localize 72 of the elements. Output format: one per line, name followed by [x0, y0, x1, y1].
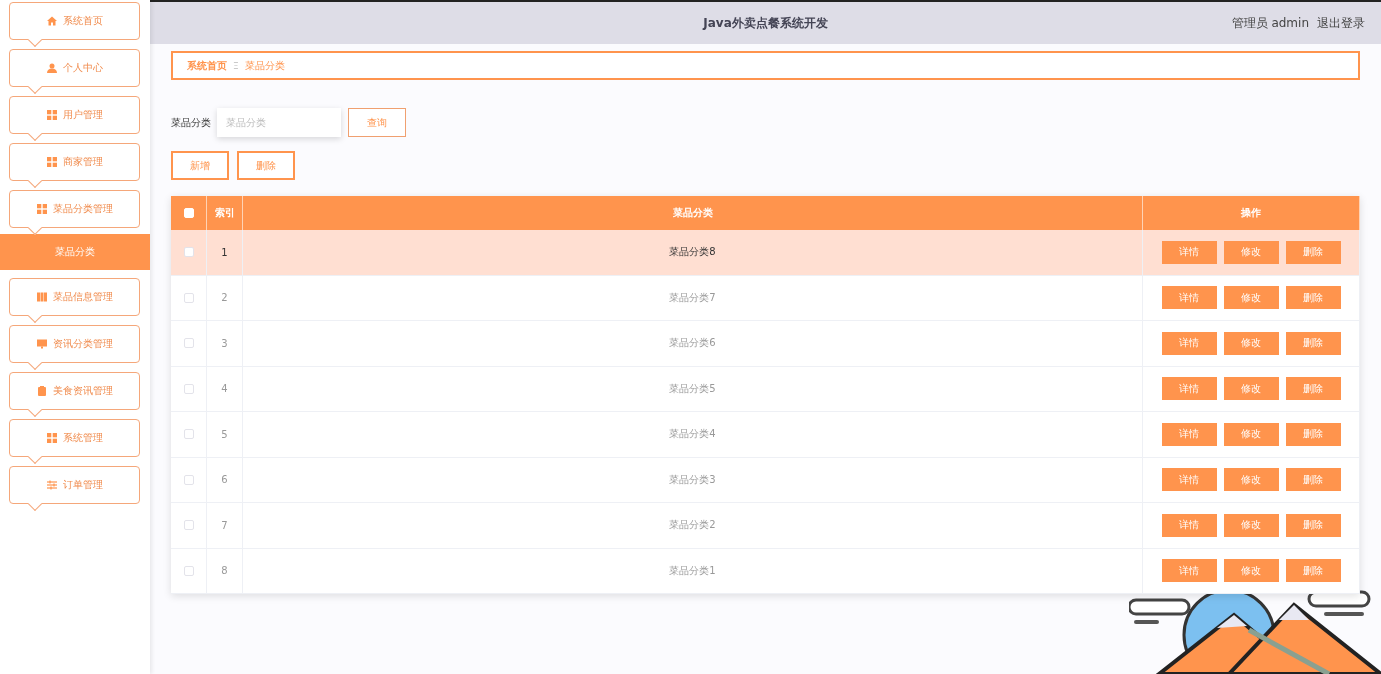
row-action-button[interactable]: 修改 — [1223, 468, 1279, 492]
grid-icon — [46, 433, 57, 443]
table-cell: 3 — [207, 321, 243, 367]
user-icon — [46, 63, 57, 73]
table-cell: 6 — [207, 457, 243, 503]
row-action-button[interactable]: 详情 — [1161, 513, 1217, 537]
row-action-button[interactable]: 删除 — [1285, 513, 1341, 537]
grid-icon — [46, 157, 57, 167]
clipboard-icon — [36, 386, 47, 396]
column-header: 操作 — [1143, 196, 1360, 230]
row-action-button[interactable]: 修改 — [1223, 286, 1279, 310]
row-action-button[interactable]: 详情 — [1161, 422, 1217, 446]
row-action-button[interactable]: 详情 — [1161, 468, 1217, 492]
row-checkbox[interactable] — [183, 520, 194, 531]
row-action-button[interactable]: 删除 — [1285, 240, 1341, 264]
row-action-button[interactable]: 删除 — [1285, 331, 1341, 355]
row-action-button[interactable]: 修改 — [1223, 559, 1279, 583]
row-checkbox[interactable] — [183, 429, 194, 440]
row-action-button[interactable]: 修改 — [1223, 377, 1279, 401]
table-cell: 菜品分类5 — [243, 366, 1143, 412]
add-button[interactable]: 新增 — [171, 151, 229, 180]
table-cell: 5 — [207, 412, 243, 458]
table-cell: 菜品分类1 — [243, 548, 1143, 594]
row-action-button[interactable]: 修改 — [1223, 422, 1279, 446]
table-cell: 菜品分类4 — [243, 412, 1143, 458]
row-action-button[interactable]: 删除 — [1285, 422, 1341, 446]
delete-button[interactable]: 删除 — [237, 151, 295, 180]
logout-link[interactable]: 退出登录 — [1317, 14, 1365, 32]
row-action-button[interactable]: 详情 — [1161, 240, 1217, 264]
breadcrumb-link[interactable]: 系统首页 — [187, 58, 227, 73]
table-cell: 菜品分类6 — [243, 321, 1143, 367]
table-cell: 菜品分类3 — [243, 457, 1143, 503]
search-label: 菜品分类 — [171, 115, 211, 130]
row-action-button[interactable]: 详情 — [1161, 286, 1217, 310]
book-icon — [36, 292, 47, 302]
home-icon — [46, 16, 57, 26]
table-cell: 8 — [207, 548, 243, 594]
table-cell: 菜品分类2 — [243, 503, 1143, 549]
row-checkbox[interactable] — [183, 247, 194, 258]
table-cell: 菜品分类8 — [243, 230, 1143, 276]
grid-icon — [46, 110, 57, 120]
select-all-checkbox[interactable] — [183, 208, 194, 218]
table-cell: 7 — [207, 503, 243, 549]
sliders-icon — [46, 480, 57, 490]
row-action-button[interactable]: 详情 — [1161, 559, 1217, 583]
table-cell: 2 — [207, 275, 243, 321]
row-checkbox[interactable] — [183, 292, 194, 303]
sidebar-subitem[interactable]: 菜品分类 — [0, 234, 150, 270]
table-cell: 4 — [207, 366, 243, 412]
user-name: 管理员 admin — [1231, 14, 1309, 32]
row-action-button[interactable]: 删除 — [1285, 468, 1341, 492]
row-action-button[interactable]: 修改 — [1223, 513, 1279, 537]
row-checkbox[interactable] — [183, 474, 194, 485]
grid-icon — [36, 204, 47, 214]
row-action-button[interactable]: 删除 — [1285, 377, 1341, 401]
breadcrumb-link[interactable]: 菜品分类 — [244, 58, 285, 73]
row-action-button[interactable]: 删除 — [1285, 286, 1341, 310]
app-title: Java外卖点餐系统开发 — [703, 14, 828, 32]
monitor-icon — [36, 339, 47, 349]
column-header: 菜品分类 — [243, 196, 1143, 230]
row-checkbox[interactable] — [183, 383, 194, 394]
row-action-button[interactable]: 详情 — [1161, 331, 1217, 355]
query-button[interactable]: 查询 — [348, 108, 406, 137]
row-checkbox[interactable] — [183, 338, 194, 349]
table-cell: 1 — [207, 230, 243, 276]
row-action-button[interactable]: 删除 — [1285, 559, 1341, 583]
table-cell: 菜品分类7 — [243, 275, 1143, 321]
row-action-button[interactable]: 修改 — [1223, 331, 1279, 355]
row-action-button[interactable]: 修改 — [1223, 240, 1279, 264]
row-checkbox[interactable] — [183, 565, 194, 576]
row-action-button[interactable]: 详情 — [1161, 377, 1217, 401]
column-header: 索引 — [207, 196, 243, 230]
